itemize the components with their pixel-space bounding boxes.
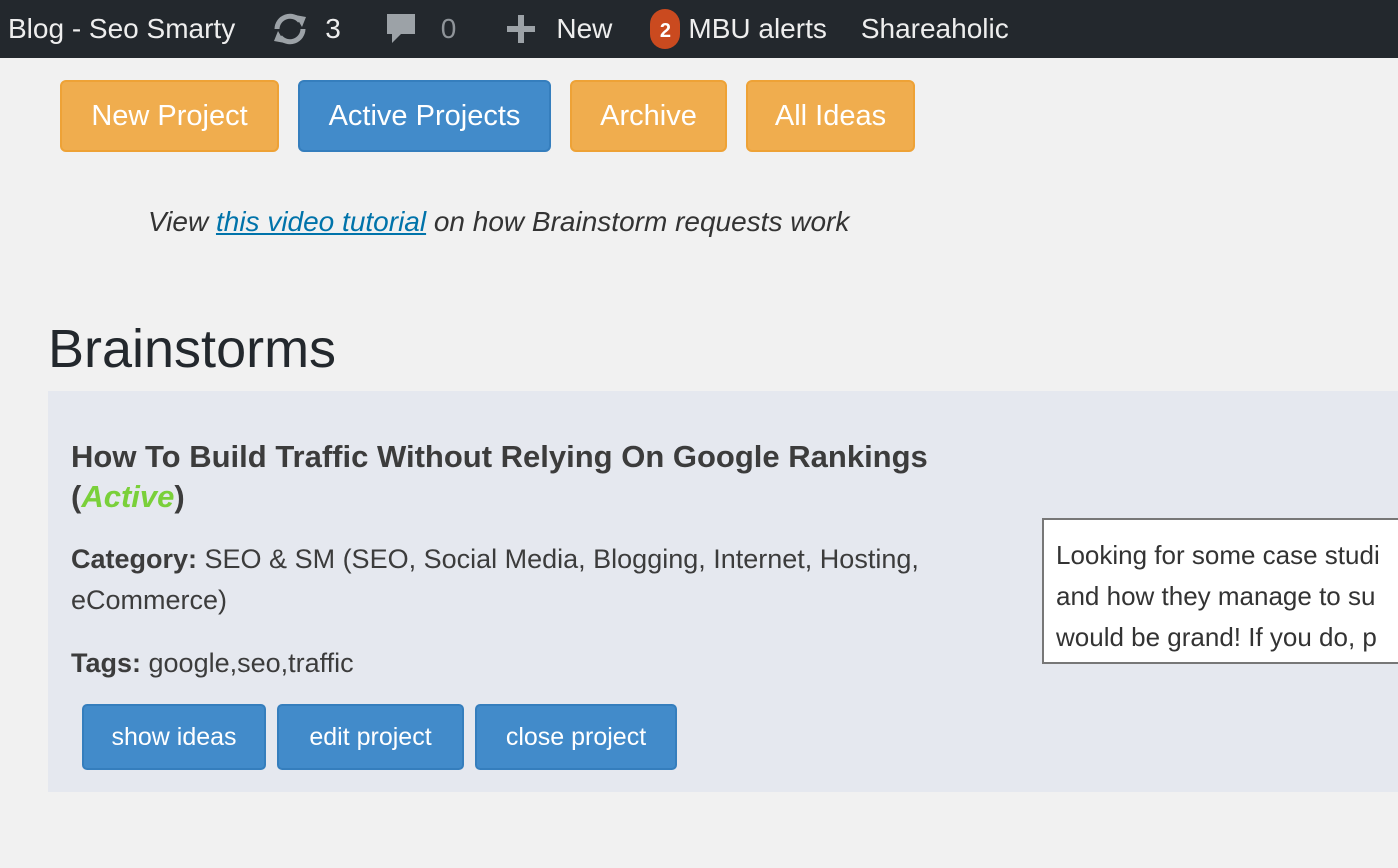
archive-button[interactable]: Archive	[570, 80, 727, 152]
comments-count: 0	[440, 13, 457, 44]
new-project-button[interactable]: New Project	[60, 80, 279, 152]
refresh-icon	[271, 12, 309, 46]
project-card: How To Build Traffic Without Relying On …	[48, 391, 1398, 792]
admin-bar: Blog - Seo Smarty 3 0 New 2 MBU alerts S…	[0, 0, 1398, 58]
site-name: Blog - Seo Smarty	[8, 13, 236, 44]
status-badge: Active	[81, 479, 175, 514]
description-line: Looking for some case studi	[1056, 540, 1380, 570]
description-line: and how they manage to su	[1056, 581, 1376, 611]
project-title: How To Build Traffic Without Relying On …	[71, 439, 928, 474]
project-description[interactable]: Looking for some case studi and how they…	[1042, 518, 1398, 664]
shareaholic-label: Shareaholic	[860, 13, 1009, 44]
status-open-paren: (	[71, 479, 82, 514]
updates-count: 3	[325, 13, 341, 44]
page-title: Brainstorms	[48, 319, 337, 379]
category-value: SEO & SM (SEO, Social Media, Blogging, I…	[71, 544, 919, 615]
tags-label: Tags:	[71, 648, 142, 678]
plus-icon	[506, 14, 536, 44]
description-line: would be grand! If you do, p	[1056, 622, 1377, 652]
close-project-button[interactable]: close project	[475, 704, 677, 770]
tags-value: google,seo,traffic	[141, 648, 354, 678]
tutorial-suffix: on how Brainstorm requests work	[426, 206, 850, 237]
shareaholic-link[interactable]: Shareaholic	[861, 0, 1009, 58]
project-status: (Active)	[71, 477, 185, 517]
category-label: Category:	[71, 544, 198, 574]
video-tutorial-link[interactable]: this video tutorial	[216, 206, 426, 237]
mbu-alerts-badge: 2	[650, 9, 681, 49]
comments-link[interactable]: 0	[385, 0, 457, 58]
status-close-paren: )	[174, 479, 185, 514]
mbu-alerts-link[interactable]: 2 MBU alerts	[650, 0, 827, 58]
updates-link[interactable]: 3	[271, 0, 341, 58]
comment-icon	[385, 11, 417, 47]
project-actions: show ideas edit project close project	[82, 704, 677, 770]
project-tags: Tags: google,seo,traffic	[71, 643, 354, 684]
project-category: Category: SEO & SM (SEO, Social Media, B…	[71, 539, 951, 621]
mbu-alerts-label: MBU alerts	[688, 13, 827, 44]
tutorial-note: View this video tutorial on how Brainsto…	[148, 206, 849, 238]
edit-project-button[interactable]: edit project	[277, 704, 464, 770]
tutorial-prefix: View	[148, 206, 216, 237]
new-label: New	[556, 13, 613, 44]
active-projects-button[interactable]: Active Projects	[298, 80, 551, 152]
all-ideas-button[interactable]: All Ideas	[746, 80, 915, 152]
project-nav: New Project Active Projects Archive All …	[60, 80, 915, 152]
show-ideas-button[interactable]: show ideas	[82, 704, 266, 770]
new-content-link[interactable]: New	[506, 0, 612, 58]
site-name-link[interactable]: Blog - Seo Smarty	[0, 0, 235, 58]
